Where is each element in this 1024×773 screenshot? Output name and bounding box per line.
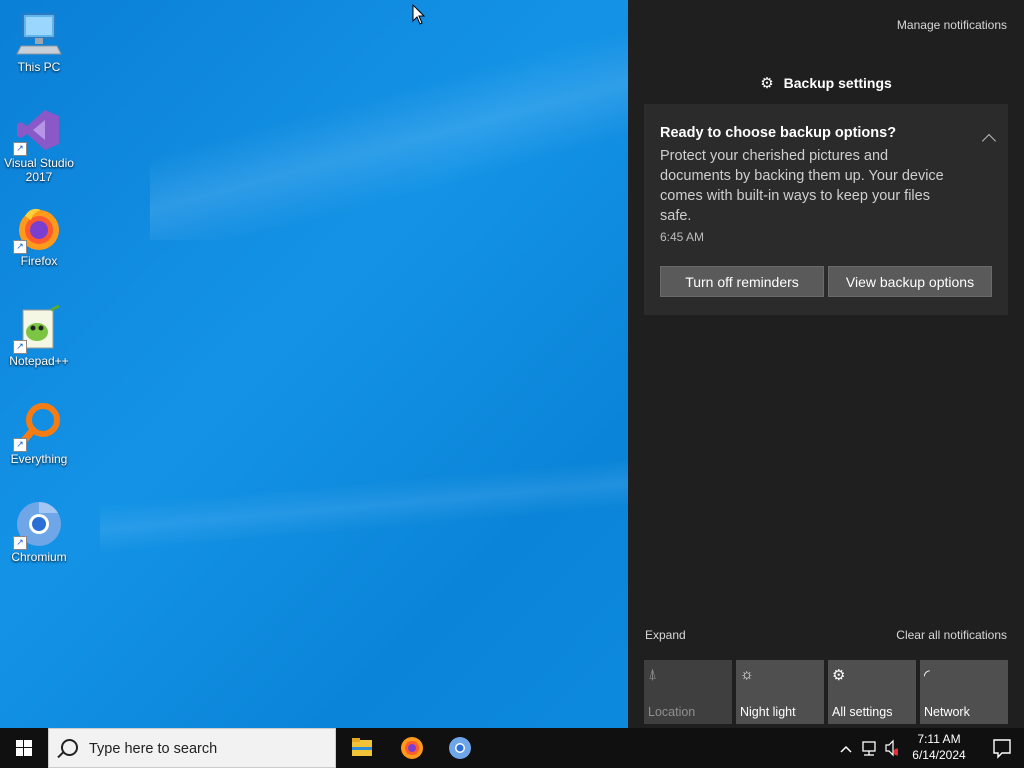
- chevron-up-icon: [840, 745, 852, 753]
- quick-action-label: Location: [648, 705, 696, 719]
- network-icon: [862, 741, 876, 752]
- desktop-icon-chromium[interactable]: ↗ Chromium: [2, 500, 76, 564]
- chromium-icon: [449, 737, 471, 759]
- notification-body: Protect your cherished pictures and docu…: [660, 148, 944, 224]
- desktop-icon-label: Firefox: [20, 254, 58, 268]
- desktop-icon-notepadpp[interactable]: ↗ Notepad++: [2, 304, 76, 368]
- clock-date: 6/14/2024: [912, 748, 966, 762]
- notepadpp-icon: ↗: [13, 304, 63, 354]
- shortcut-arrow-icon: ↗: [13, 142, 27, 156]
- taskbar-clock[interactable]: 7:11 AM 6/14/2024: [900, 731, 978, 763]
- notification-title: Ready to choose backup options?: [660, 125, 897, 141]
- quick-action-network[interactable]: ◜ Network: [920, 660, 1008, 724]
- desktop-icon-visual-studio[interactable]: ↗ Visual Studio 2017: [2, 106, 76, 184]
- manage-notifications-link[interactable]: Manage notifications: [897, 18, 1007, 32]
- quick-action-location[interactable]: ⍋ Location: [644, 660, 732, 724]
- taskbar: Type here to search 7:11 AM 6/14/2024: [0, 728, 1024, 768]
- location-icon: ⍋: [648, 666, 658, 683]
- expand-link[interactable]: Expand: [645, 628, 686, 642]
- clock-time: 7:11 AM: [917, 732, 961, 746]
- desktop-icon-label: Everything: [10, 452, 68, 466]
- firefox-icon: ↗: [13, 204, 63, 254]
- notification-group-header[interactable]: ⚙ Backup settings: [628, 74, 1024, 92]
- shortcut-arrow-icon: ↗: [13, 536, 27, 550]
- windows-logo-icon: [16, 740, 32, 756]
- quick-action-label: Night light: [740, 705, 796, 719]
- desktop-icon-label: Notepad++: [9, 354, 69, 368]
- view-backup-options-button[interactable]: View backup options: [828, 266, 992, 297]
- taskbar-file-explorer[interactable]: [338, 728, 386, 768]
- search-icon: [61, 739, 78, 756]
- everything-icon: ↗: [13, 402, 63, 452]
- system-tray: [838, 728, 901, 768]
- desktop-icon-this-pc[interactable]: This PC: [2, 10, 76, 74]
- desktop-icon-everything[interactable]: ↗ Everything: [2, 402, 76, 466]
- mouse-cursor-icon: [412, 3, 426, 31]
- chromium-icon: ↗: [13, 500, 63, 550]
- file-explorer-icon: [352, 738, 372, 756]
- action-center-button[interactable]: [980, 728, 1024, 768]
- night-light-icon: ☼: [740, 666, 754, 683]
- firefox-icon: [401, 737, 423, 759]
- turn-off-reminders-button[interactable]: Turn off reminders: [660, 266, 824, 297]
- shortcut-arrow-icon: ↗: [13, 340, 27, 354]
- action-center: Manage notifications ⚙ Backup settings Re…: [628, 0, 1024, 728]
- shortcut-arrow-icon: ↗: [13, 438, 27, 452]
- taskbar-chromium[interactable]: [436, 728, 484, 768]
- shortcut-arrow-icon: ↗: [13, 240, 27, 254]
- taskbar-search-box[interactable]: Type here to search: [48, 728, 336, 768]
- quick-action-night-light[interactable]: ☼ Night light: [736, 660, 824, 724]
- desktop-icon-label: Chromium: [11, 550, 67, 564]
- this-pc-icon: [15, 10, 63, 58]
- start-button[interactable]: [0, 728, 48, 768]
- chevron-up-icon[interactable]: [981, 133, 997, 149]
- clear-all-notifications-link[interactable]: Clear all notifications: [896, 628, 1007, 642]
- settings-icon: ⚙: [832, 667, 846, 684]
- notification-card[interactable]: Ready to choose backup options? Protect …: [644, 104, 1008, 315]
- speaker-muted-icon: [885, 739, 894, 757]
- search-placeholder: Type here to search: [89, 741, 218, 757]
- notification-icon: [993, 739, 1011, 759]
- visual-studio-icon: ↗: [13, 106, 63, 156]
- desktop-icon-label: This PC: [17, 60, 61, 74]
- gear-icon: ⚙: [760, 75, 774, 92]
- taskbar-firefox[interactable]: [388, 728, 436, 768]
- quick-action-label: All settings: [832, 705, 893, 719]
- quick-action-label: Network: [924, 705, 970, 719]
- app-name: Backup settings: [783, 75, 892, 91]
- quick-action-all-settings[interactable]: ⚙ All settings: [828, 660, 916, 724]
- desktop-icon-firefox[interactable]: ↗ Firefox: [2, 204, 76, 268]
- network-icon: ◜: [924, 667, 930, 684]
- notification-time: 6:45 AM: [660, 230, 705, 244]
- desktop-icon-label: Visual Studio 2017: [4, 156, 74, 184]
